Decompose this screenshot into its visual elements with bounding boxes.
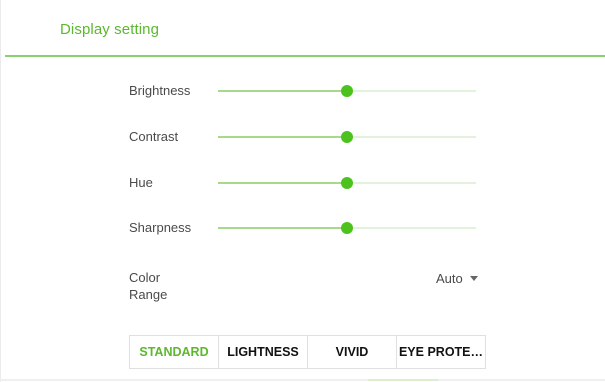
contrast-label: Contrast xyxy=(129,129,179,144)
footer-accent xyxy=(368,379,438,381)
dropdown-arrow-icon xyxy=(469,276,478,281)
brightness-label: Brightness xyxy=(129,83,191,98)
slider-fill xyxy=(218,136,347,138)
slider-fill xyxy=(218,90,347,92)
display-mode-tabs: STANDARD LIGHTNESS VIVID EYE PROTE… xyxy=(129,335,486,369)
slider-thumb[interactable] xyxy=(341,85,353,97)
slider-thumb[interactable] xyxy=(341,131,353,143)
hue-label: Hue xyxy=(129,175,153,190)
window-left-edge xyxy=(0,0,1,382)
slider-thumb[interactable] xyxy=(341,222,353,234)
page-title: Display setting xyxy=(60,21,160,38)
slider-fill xyxy=(218,182,347,184)
tab-lightness[interactable]: LIGHTNESS xyxy=(218,335,308,369)
slider-fill xyxy=(218,227,347,229)
color-range-label: Color Range xyxy=(129,270,168,302)
brightness-setting: Brightness xyxy=(129,81,479,103)
hue-setting: Hue xyxy=(129,173,479,195)
header-divider xyxy=(5,55,605,57)
footer-divider xyxy=(0,379,605,381)
color-range-value: Auto xyxy=(436,270,463,286)
sharpness-slider[interactable] xyxy=(218,218,476,238)
slider-thumb[interactable] xyxy=(341,177,353,189)
tab-standard[interactable]: STANDARD xyxy=(129,335,219,369)
contrast-slider[interactable] xyxy=(218,127,476,147)
tab-vivid[interactable]: VIVID xyxy=(307,335,397,369)
sharpness-label: Sharpness xyxy=(129,220,192,235)
tab-eye-protection[interactable]: EYE PROTE… xyxy=(396,335,486,369)
brightness-slider[interactable] xyxy=(218,81,476,101)
contrast-setting: Contrast xyxy=(129,127,479,149)
sharpness-setting: Sharpness xyxy=(129,218,479,240)
color-range-dropdown[interactable]: Auto xyxy=(436,268,478,288)
hue-slider[interactable] xyxy=(218,173,476,193)
